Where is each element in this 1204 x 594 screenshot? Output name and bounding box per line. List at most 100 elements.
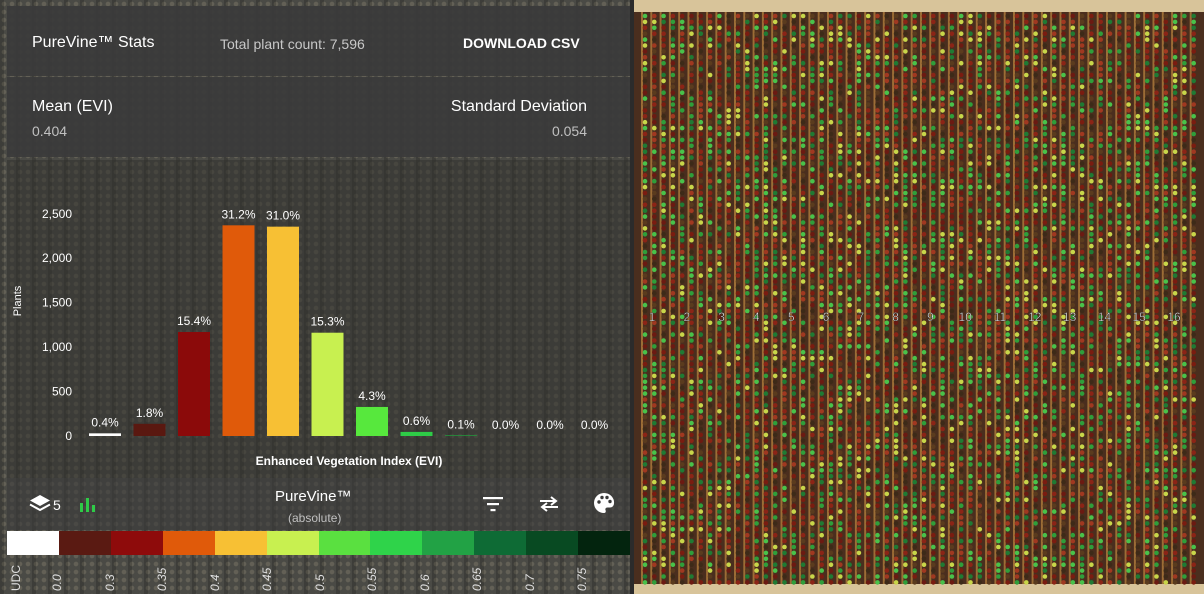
plant-dot bbox=[642, 143, 648, 149]
plant-dot bbox=[1024, 503, 1029, 509]
plant-dot bbox=[828, 196, 834, 202]
plant-dot bbox=[661, 562, 666, 567]
plant-dot bbox=[1079, 102, 1085, 107]
download-csv-button[interactable]: DOWNLOAD CSV bbox=[463, 35, 580, 51]
plant-dot bbox=[996, 527, 1001, 532]
plant-dot bbox=[1014, 291, 1020, 296]
histogram-bar[interactable] bbox=[445, 435, 477, 436]
plant-dot bbox=[884, 90, 890, 95]
plant-dot bbox=[828, 119, 834, 125]
plant-dot bbox=[698, 479, 704, 485]
plant-dot bbox=[763, 255, 769, 261]
plant-dot bbox=[707, 456, 713, 461]
plant-dot bbox=[847, 367, 852, 373]
plant-dot bbox=[800, 580, 806, 585]
plant-dot bbox=[903, 143, 908, 149]
plant-dot bbox=[791, 538, 797, 544]
plant-dot bbox=[670, 527, 676, 532]
plant-dot bbox=[810, 355, 815, 361]
plant-dot bbox=[670, 202, 676, 208]
vine-row-line bbox=[929, 12, 932, 584]
swap-icon[interactable] bbox=[538, 495, 560, 513]
plant-dot bbox=[996, 580, 1001, 585]
plant-dot bbox=[903, 279, 908, 284]
plant-dot bbox=[1024, 538, 1029, 544]
plant-dot bbox=[642, 255, 648, 261]
histogram-bar[interactable] bbox=[133, 423, 166, 436]
plant-dot bbox=[977, 521, 983, 526]
plant-dot bbox=[931, 532, 936, 538]
plant-dot bbox=[921, 344, 927, 349]
histogram-bar[interactable] bbox=[311, 332, 344, 436]
plant-dot bbox=[754, 90, 759, 95]
plant-dot bbox=[865, 450, 871, 455]
plant-dot bbox=[931, 43, 936, 48]
plant-dot bbox=[670, 302, 676, 308]
plant-dot bbox=[772, 31, 778, 36]
plant-dot bbox=[1051, 255, 1057, 261]
histogram-bar[interactable] bbox=[89, 433, 121, 436]
plant-dot bbox=[968, 90, 973, 95]
plant-dot bbox=[791, 155, 797, 160]
field-map[interactable]: 1 2 3 4 5 6 7 8 9 10 11 12 13 14 15 16 bbox=[634, 0, 1204, 594]
plant-dot bbox=[996, 344, 1001, 349]
plant-dot bbox=[782, 243, 787, 249]
plant-dot bbox=[1061, 397, 1066, 402]
histogram-bar[interactable] bbox=[267, 226, 299, 436]
layers-icon[interactable] bbox=[29, 494, 51, 514]
plant-dot bbox=[838, 149, 843, 154]
histogram-bar[interactable] bbox=[356, 406, 388, 436]
plant-dot bbox=[875, 102, 880, 107]
plant-dot bbox=[1024, 114, 1029, 119]
plant-dot bbox=[1042, 373, 1048, 379]
plant-dot bbox=[1089, 350, 1094, 355]
filter-icon[interactable] bbox=[483, 496, 503, 512]
plant-dot bbox=[689, 137, 694, 143]
bar-chart-icon[interactable] bbox=[79, 496, 97, 512]
palette-icon[interactable] bbox=[593, 492, 615, 514]
plant-dot bbox=[1005, 143, 1010, 149]
plant-dot bbox=[1014, 544, 1020, 550]
plant-dot bbox=[865, 350, 871, 355]
plant-dot bbox=[800, 397, 806, 402]
plant-dot bbox=[893, 178, 899, 184]
plant-dot bbox=[968, 232, 973, 237]
plant-dot bbox=[689, 249, 694, 255]
histogram-bar[interactable] bbox=[400, 431, 433, 436]
plant-dot bbox=[1005, 344, 1010, 349]
plant-dot bbox=[893, 31, 899, 36]
plant-dot bbox=[884, 208, 890, 213]
histogram-bar[interactable] bbox=[178, 332, 210, 436]
plant-dot bbox=[679, 403, 685, 408]
plant-dot bbox=[698, 243, 704, 249]
plant-dot bbox=[772, 155, 778, 160]
plant-dot bbox=[1061, 102, 1066, 107]
plant-dot bbox=[717, 462, 722, 467]
plant-dot bbox=[986, 37, 992, 42]
plant-dot bbox=[726, 391, 731, 396]
plant-dot bbox=[670, 355, 676, 361]
plant-dot bbox=[1014, 397, 1020, 402]
plant-dot bbox=[893, 450, 899, 455]
plant-dot bbox=[949, 444, 955, 450]
plant-dot bbox=[763, 155, 769, 160]
plant-dot bbox=[986, 25, 992, 31]
plant-dot bbox=[903, 414, 908, 420]
plant-dot bbox=[745, 456, 750, 461]
plant-dot bbox=[875, 178, 880, 184]
histogram-bar[interactable] bbox=[222, 225, 255, 436]
plant-dot bbox=[1033, 137, 1038, 143]
plant-dot bbox=[717, 267, 722, 273]
plant-dot bbox=[735, 338, 741, 343]
plant-dot bbox=[1042, 355, 1048, 361]
plant-dot bbox=[949, 361, 955, 367]
plant-dot bbox=[1042, 102, 1048, 107]
plant-dot bbox=[940, 102, 945, 107]
plant-dot bbox=[1005, 173, 1010, 178]
plant-dot bbox=[670, 90, 676, 95]
plant-dot bbox=[689, 243, 694, 249]
plant-dot bbox=[921, 137, 927, 143]
plant-dot bbox=[745, 544, 750, 550]
plant-dot bbox=[782, 414, 787, 420]
plant-dot bbox=[791, 385, 797, 391]
